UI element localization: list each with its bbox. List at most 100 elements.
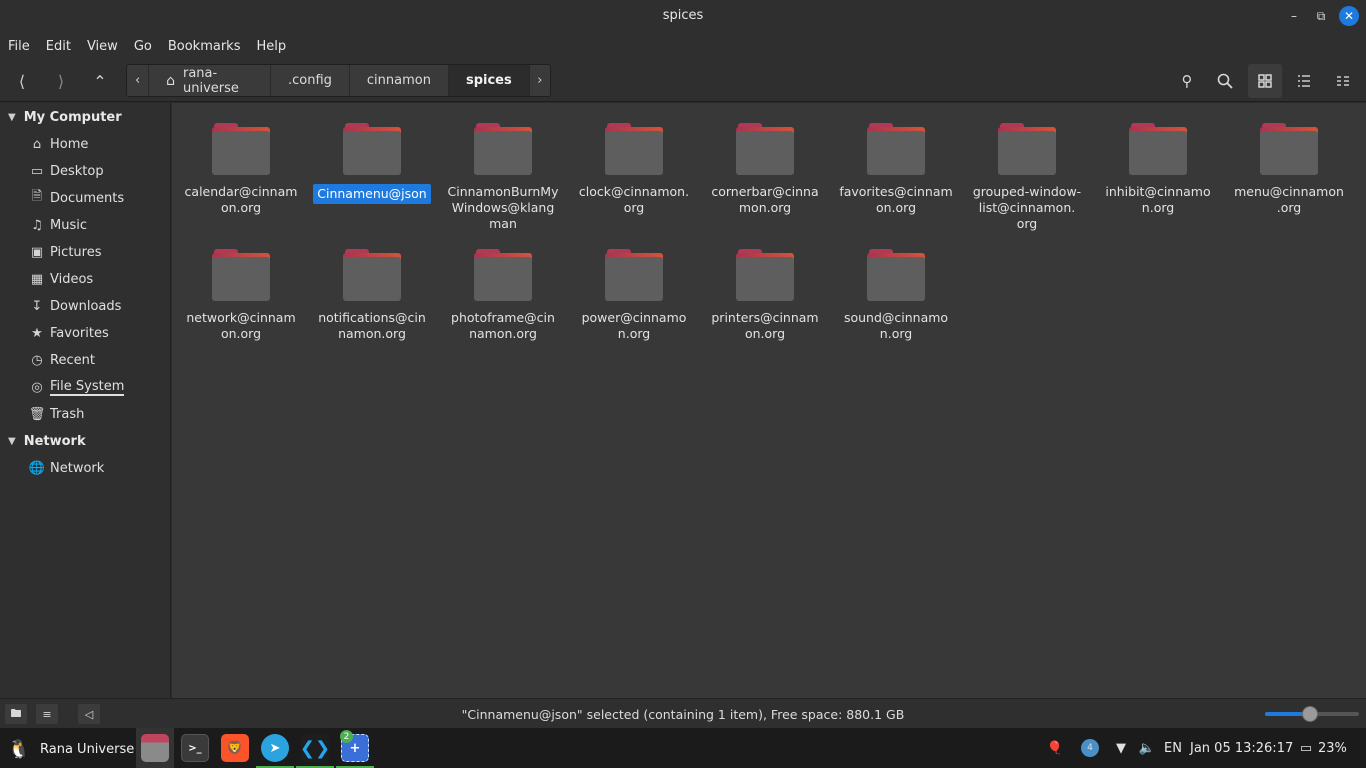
breadcrumb-label: .config <box>287 73 332 88</box>
battery-percent[interactable]: 23% <box>1318 728 1347 768</box>
file-item[interactable]: sound@cinnamo n.org <box>837 249 955 342</box>
sidebar-item-documents[interactable]: 🗎 Documents <box>28 187 124 209</box>
sidebar-item-music[interactable]: ♫ Music <box>28 214 87 236</box>
file-item[interactable]: CinnamonBurnMy Windows@klang man <box>444 123 562 232</box>
file-item[interactable]: grouped-window-list@cinnamon. org <box>968 123 1086 232</box>
list-view-icon[interactable] <box>1292 69 1316 93</box>
file-name-line: org <box>1016 216 1038 231</box>
taskbar-app-brave[interactable]: 🦁 <box>216 728 254 768</box>
file-item[interactable]: printers@cinnam on.org <box>706 249 824 342</box>
sidebar-item-trash[interactable]: 🗑 Trash <box>28 403 85 425</box>
location-pin-icon[interactable]: ⚲ <box>1175 69 1199 93</box>
file-name-line: namon.org <box>338 326 406 341</box>
compact-view-icon[interactable] <box>1331 69 1355 93</box>
taskbar-app-telegram[interactable]: ➤ <box>256 728 294 768</box>
file-item[interactable]: clock@cinnamon. org <box>575 123 693 216</box>
zoom-slider[interactable] <box>1265 706 1359 722</box>
tux-icon: 🐧 <box>6 736 32 762</box>
battery-icon[interactable]: ▭ <box>1296 738 1316 758</box>
sidebar-item-home[interactable]: ⌂ Home <box>28 133 89 155</box>
menu-bookmarks[interactable]: Bookmarks <box>168 39 241 54</box>
downloads-icon: ↧ <box>31 298 43 314</box>
chevron-down-icon: ▼ <box>8 111 16 123</box>
sidebar-item-network[interactable]: 🌐 Network <box>28 457 104 479</box>
file-item[interactable]: menu@cinnamon .org <box>1230 123 1348 216</box>
sidebar-item-desktop[interactable]: ▭ Desktop <box>28 160 104 182</box>
file-item[interactable]: inhibit@cinnamo n.org <box>1099 123 1217 216</box>
sidebar-section-network[interactable]: ▼ Network <box>8 431 86 451</box>
folder-icon <box>998 123 1056 175</box>
forward-icon[interactable]: ⟩ <box>50 70 72 92</box>
folder-shape <box>605 131 663 175</box>
file-item[interactable]: power@cinnamo n.org <box>575 249 693 342</box>
window-title: spices <box>662 8 704 23</box>
brave-icon: 🦁 <box>221 734 249 762</box>
update-manager-icon[interactable]: 4 <box>1080 738 1100 758</box>
menu-view[interactable]: View <box>87 39 118 54</box>
sidebar-item-label: File System <box>50 378 125 396</box>
taskbar-app-files[interactable] <box>136 728 174 768</box>
up-icon[interactable]: ⌃ <box>89 70 111 92</box>
documents-icon: 🗎 <box>31 189 43 204</box>
update-badge: 4 <box>1081 739 1099 757</box>
wifi-icon[interactable]: ▼ <box>1111 738 1131 758</box>
file-name-line: Cinnamenu@json <box>317 186 427 201</box>
breadcrumb-home[interactable]: ⌂ rana-universe <box>148 65 270 96</box>
menu-help[interactable]: Help <box>256 39 286 54</box>
clock[interactable]: Jan 05 13:26:17 <box>1190 728 1293 768</box>
file-item[interactable]: photoframe@cin namon.org <box>444 249 562 342</box>
minimize-icon[interactable]: – <box>1284 6 1304 26</box>
breadcrumb-left-icon[interactable]: ‹ <box>127 65 149 96</box>
file-item[interactable]: cornerbar@cinna mon.org <box>706 123 824 216</box>
sidebar-section-my-computer[interactable]: ▼ My Computer <box>8 107 122 127</box>
sidebar-item-downloads[interactable]: ↧ Downloads <box>28 295 122 317</box>
sidebar-item-recent[interactable]: ◷ Recent <box>28 349 95 371</box>
file-item[interactable]: network@cinnam on.org <box>182 249 300 342</box>
volume-icon[interactable]: 🔈 <box>1137 738 1157 758</box>
sidebar-item-videos[interactable]: ▦ Videos <box>28 268 93 290</box>
folder-icon <box>474 123 532 175</box>
file-name-line: on.org <box>220 200 262 215</box>
sidebar-item-label: Favorites <box>50 325 109 341</box>
start-menu-button[interactable]: 🐧 Rana Universe <box>6 736 134 762</box>
zoom-slider-handle[interactable] <box>1302 706 1319 722</box>
file-name: sound@cinnamo n.org <box>837 310 955 342</box>
file-item[interactable]: Cinnamenu@json <box>313 123 431 204</box>
menu-edit[interactable]: Edit <box>46 39 71 54</box>
menubar: File Edit View Go Bookmarks Help <box>0 33 1366 60</box>
maximize-icon[interactable]: ⧉ <box>1311 6 1331 26</box>
file-name-line: CinnamonBurnMy <box>447 184 559 199</box>
breadcrumb-config[interactable]: .config <box>269 65 349 96</box>
file-item[interactable]: favorites@cinnam on.org <box>837 123 955 216</box>
menu-go[interactable]: Go <box>134 39 152 54</box>
keyboard-layout[interactable]: EN <box>1164 728 1182 768</box>
breadcrumb-cinnamon[interactable]: cinnamon <box>348 65 448 96</box>
search-icon[interactable] <box>1213 69 1237 93</box>
sidebar-item-favorites[interactable]: ★ Favorites <box>28 322 109 344</box>
sidebar-item-pictures[interactable]: ▣ Pictures <box>28 241 102 263</box>
file-item[interactable]: calendar@cinnam on.org <box>182 123 300 216</box>
file-view[interactable]: calendar@cinnam on.org Cinnamenu@json Cinna… <box>172 103 1366 698</box>
sidebar-section-title: My Computer <box>23 109 122 125</box>
menu-file[interactable]: File <box>8 39 30 54</box>
taskbar-app-vscode[interactable]: ❮❯ <box>296 728 334 768</box>
trash-icon: 🗑 <box>28 406 46 422</box>
sidebar-item-label: Desktop <box>50 163 104 179</box>
music-icon: ♫ <box>31 217 43 233</box>
file-item[interactable]: notifications@cin namon.org <box>313 249 431 342</box>
taskbar-app-screenshot[interactable]: + 2 <box>336 728 374 768</box>
folder-icon <box>605 249 663 301</box>
close-icon[interactable]: ✕ <box>1339 6 1359 26</box>
notifications-tray-icon[interactable]: 🎈 <box>1045 738 1065 758</box>
file-name: Cinnamenu@json <box>313 184 431 204</box>
back-icon[interactable]: ⟨ <box>11 70 33 92</box>
sidebar-item-file-system[interactable]: ◎ File System <box>28 376 125 398</box>
breadcrumb-label: rana-universe <box>183 65 239 96</box>
breadcrumb-right-icon[interactable]: › <box>528 65 550 96</box>
file-name: photoframe@cin namon.org <box>444 310 562 342</box>
breadcrumb-spices[interactable]: spices <box>447 65 529 96</box>
icon-view-icon[interactable] <box>1248 64 1282 98</box>
window-count-badge: 2 <box>340 730 353 743</box>
folder-shape <box>736 257 794 301</box>
taskbar-app-terminal[interactable]: >_ <box>176 728 214 768</box>
